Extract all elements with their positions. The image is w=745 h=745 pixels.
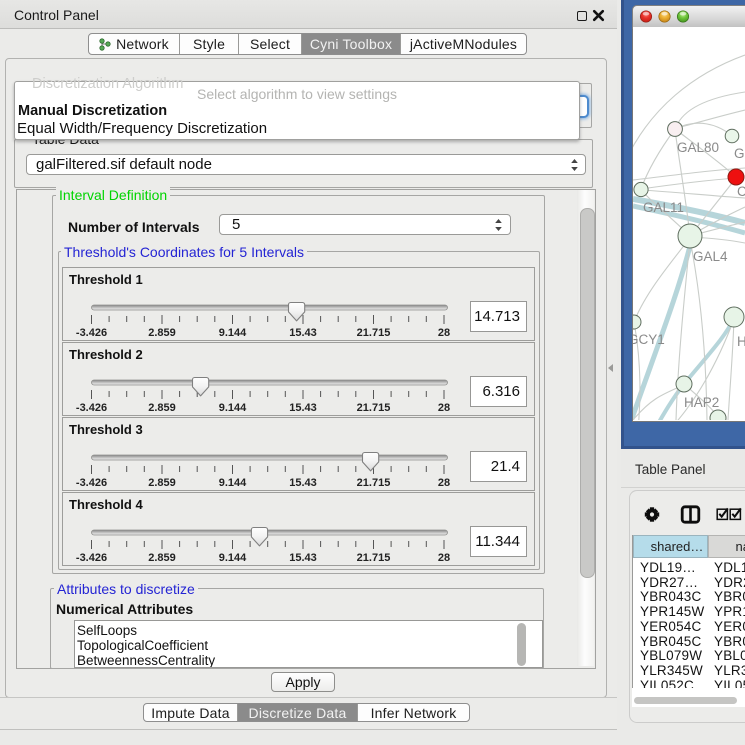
svg-text:2.859: 2.859 (148, 327, 176, 339)
svg-text:-3.426: -3.426 (76, 327, 107, 339)
svg-text:HAP2: HAP2 (684, 395, 719, 410)
svg-text:28: 28 (438, 327, 450, 339)
svg-text:GAL11: GAL11 (643, 200, 684, 215)
svg-text:9.144: 9.144 (219, 327, 247, 339)
svg-text:G.: G. (734, 146, 745, 161)
svg-text:GAL4: GAL4 (693, 249, 728, 264)
svg-text:C: C (737, 184, 745, 199)
svg-text:21.715: 21.715 (357, 327, 391, 339)
svg-text:15.43: 15.43 (289, 327, 317, 339)
svg-text:GCY1: GCY1 (633, 332, 665, 347)
svg-text:H: H (737, 334, 745, 349)
svg-text:GAL80: GAL80 (677, 140, 719, 155)
